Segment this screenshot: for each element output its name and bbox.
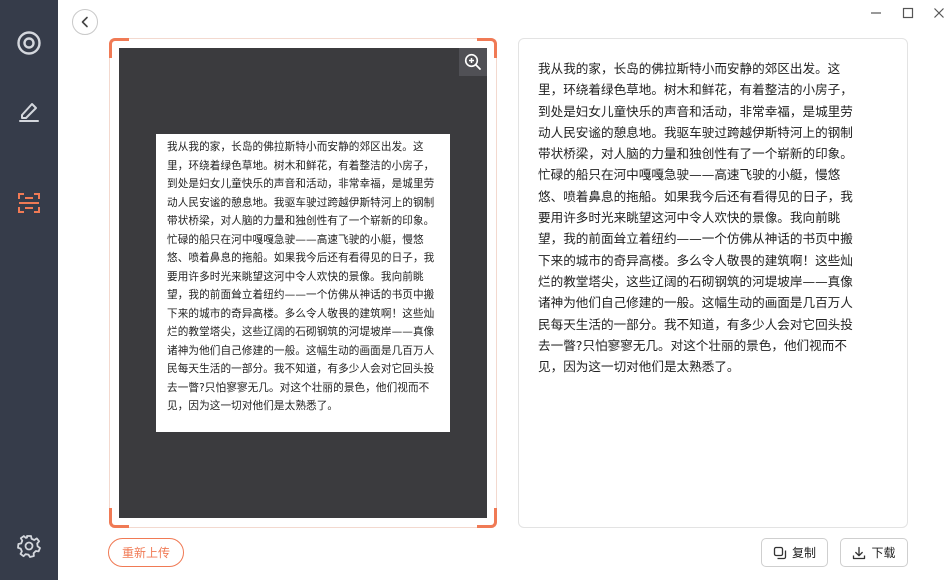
ocr-result-text[interactable]: 我从我的家，长岛的佛拉斯特小而安静的郊区出发。这里，环绕着绿色草地。树木和鲜花，…	[538, 58, 853, 377]
sidebar-item-edit[interactable]	[11, 93, 47, 129]
copy-button[interactable]: 复制	[761, 538, 828, 567]
image-preview-panel: 我从我的家，长岛的佛拉斯特小而安静的郊区出发。这里，环绕着绿色草地。树木和鲜花，…	[109, 38, 497, 528]
sidebar-item-scan-text[interactable]	[11, 185, 47, 221]
sidebar	[0, 0, 58, 580]
copy-icon	[773, 546, 787, 559]
document-image-text: 我从我的家，长岛的佛拉斯特小而安静的郊区出发。这里，环绕着绿色草地。树木和鲜花，…	[167, 141, 435, 412]
maximize-button[interactable]	[898, 3, 918, 23]
scan-text-icon	[18, 193, 40, 213]
close-icon	[934, 8, 944, 18]
copy-label: 复制	[791, 546, 816, 560]
maximize-icon	[902, 7, 914, 19]
target-icon	[17, 31, 41, 55]
pen-edit-icon	[19, 103, 39, 122]
uploaded-document-image: 我从我的家，长岛的佛拉斯特小而安静的郊区出发。这里，环绕着绿色草地。树木和鲜花，…	[156, 134, 450, 432]
download-icon	[853, 546, 866, 559]
download-label: 下载	[871, 546, 896, 560]
zoom-in-icon	[464, 53, 481, 70]
minimize-button[interactable]	[866, 3, 886, 23]
sidebar-item-settings[interactable]	[11, 528, 47, 564]
chevron-left-icon	[81, 16, 88, 28]
sidebar-item-target[interactable]	[11, 25, 47, 61]
download-button[interactable]: 下载	[840, 538, 908, 567]
minimize-icon	[871, 12, 881, 14]
ocr-result-panel[interactable]: 我从我的家，长岛的佛拉斯特小而安静的郊区出发。这里，环绕着绿色草地。树木和鲜花，…	[518, 38, 908, 528]
image-canvas: 我从我的家，长岛的佛拉斯特小而安静的郊区出发。这里，环绕着绿色草地。树木和鲜花，…	[119, 48, 487, 518]
zoom-in-button[interactable]	[459, 48, 487, 76]
close-button[interactable]	[929, 3, 949, 23]
reupload-button[interactable]: 重新上传	[108, 538, 184, 567]
back-button[interactable]	[72, 9, 98, 35]
gear-icon	[17, 535, 41, 558]
